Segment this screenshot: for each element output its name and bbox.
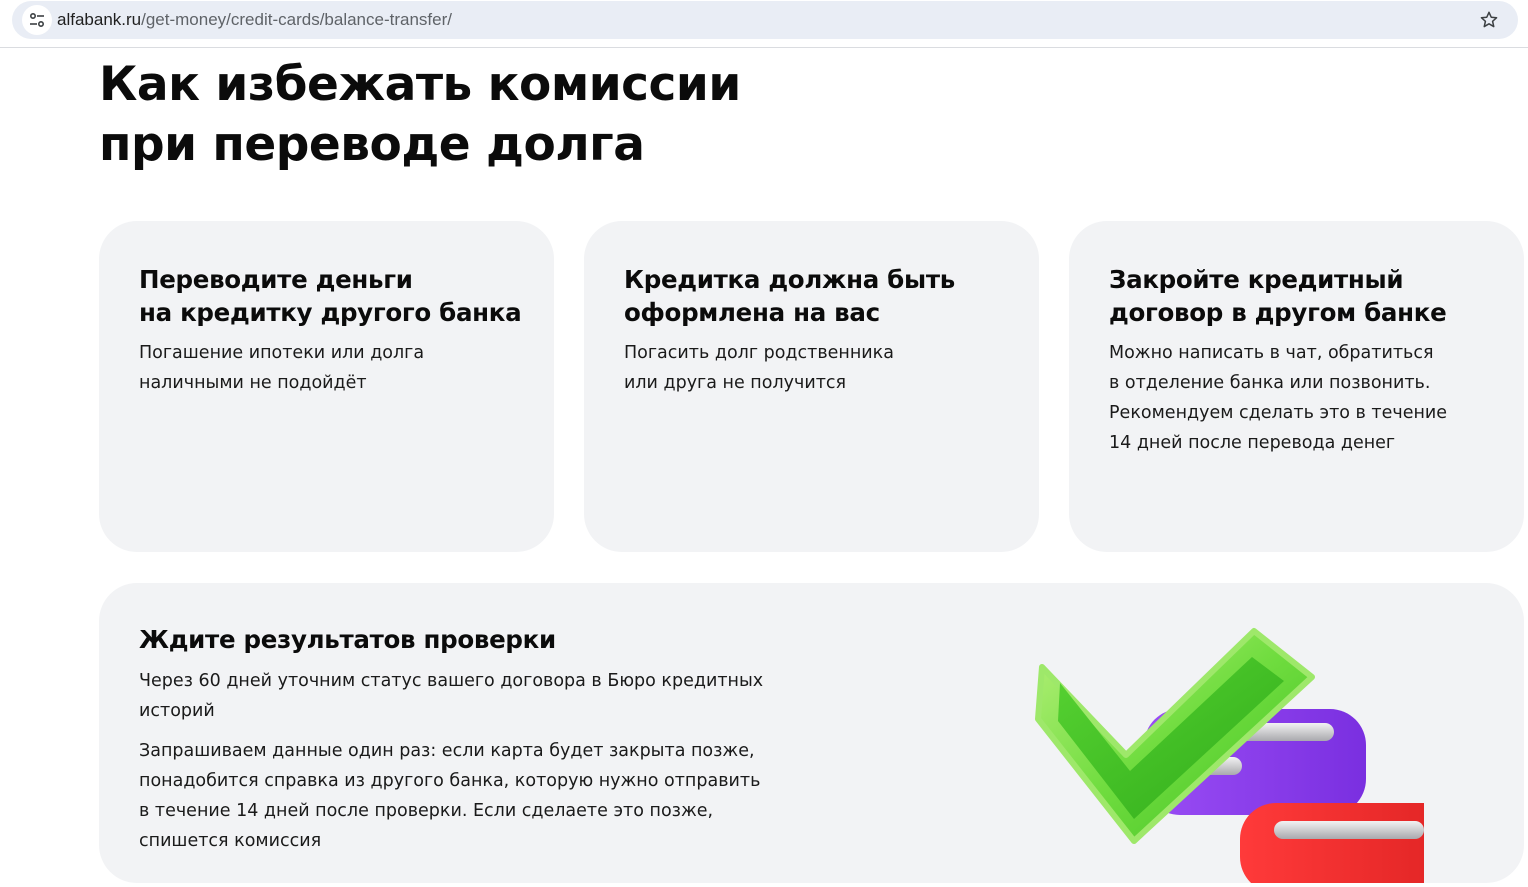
- card-description: Погашение ипотеки или долга наличными не…: [139, 338, 424, 398]
- card-paragraph: Запрашиваем данные один раз: если карта …: [139, 736, 760, 856]
- card-title: Кредитка должна быть оформлена на вас: [624, 263, 955, 329]
- site-info-button[interactable]: [22, 5, 52, 35]
- address-bar[interactable]: alfabank.ru/get-money/credit-cards/balan…: [12, 1, 1518, 39]
- url-path: /get-money/credit-cards/balance-transfer…: [141, 10, 452, 29]
- page-title-line-1: Как избежать комиссии: [99, 57, 741, 112]
- card-description: Погасить долг родственника или друга не …: [624, 338, 894, 398]
- page-title-line-2: при переводе долга: [99, 117, 645, 172]
- card-title-line: договор в другом банке: [1109, 298, 1447, 327]
- page-title: Как избежать комиссии при переводе долга: [99, 55, 819, 175]
- card-text-line: Рекомендуем сделать это в течение: [1109, 403, 1448, 423]
- star-icon: [1480, 11, 1498, 28]
- card-text-line: спишется комиссия: [139, 831, 322, 851]
- card-text-line: в течение 14 дней после проверки. Если с…: [139, 801, 714, 821]
- condition-card-close-contract: Закройте кредитный договор в другом банк…: [1069, 221, 1524, 552]
- url-host: alfabank.ru: [57, 10, 142, 29]
- red-plate-bar: [1274, 821, 1424, 839]
- condition-card-own-card: Кредитка должна быть оформлена на вас По…: [584, 221, 1039, 552]
- bookmark-button[interactable]: [1476, 7, 1502, 33]
- url-text[interactable]: alfabank.ru/get-money/credit-cards/balan…: [57, 10, 452, 30]
- card-paragraph: Через 60 дней уточним статус вашего дого…: [139, 666, 763, 726]
- card-text-line: историй: [139, 701, 215, 721]
- card-text-line: понадобится справка из другого банка, ко…: [139, 771, 761, 791]
- condition-card-other-bank: Переводите деньги на кредитку другого ба…: [99, 221, 554, 552]
- card-text-line: или друга не получится: [624, 373, 847, 393]
- card-text-line: Через 60 дней уточним статус вашего дого…: [139, 671, 764, 691]
- card-text-line: наличными не подойдёт: [139, 373, 367, 393]
- checkmark-list-icon: [1035, 628, 1512, 887]
- card-text-line: Погасить долг родственника: [624, 343, 894, 363]
- card-title-line: оформлена на вас: [624, 298, 880, 327]
- card-title-line: Кредитка должна быть: [624, 265, 955, 294]
- card-title: Закройте кредитный договор в другом банк…: [1109, 263, 1447, 329]
- tune-icon: [29, 12, 45, 28]
- card-title: Переводите деньги на кредитку другого ба…: [139, 263, 522, 329]
- card-text-line: Запрашиваем данные один раз: если карта …: [139, 741, 755, 761]
- verification-card: Ждите результатов проверки Через 60 дней…: [99, 583, 1524, 887]
- card-text-line: Погашение ипотеки или долга: [139, 343, 425, 363]
- card-title-line: Переводите деньги: [139, 265, 413, 294]
- checkmark-list-illustration: [934, 623, 1512, 887]
- card-title-line: на кредитку другого банка: [139, 298, 522, 327]
- card-text-line: в отделение банка или позвонить.: [1109, 373, 1431, 393]
- card-title-line: Закройте кредитный: [1109, 265, 1404, 294]
- card-text-line: 14 дней после перевода денег: [1109, 433, 1396, 453]
- card-description: Можно написать в чат, обратиться в отдел…: [1109, 338, 1447, 458]
- card-title: Ждите результатов проверки: [139, 625, 556, 654]
- browser-toolbar: alfabank.ru/get-money/credit-cards/balan…: [0, 0, 1528, 48]
- card-text-line: Можно написать в чат, обратиться: [1109, 343, 1434, 363]
- red-plate: [1240, 803, 1512, 887]
